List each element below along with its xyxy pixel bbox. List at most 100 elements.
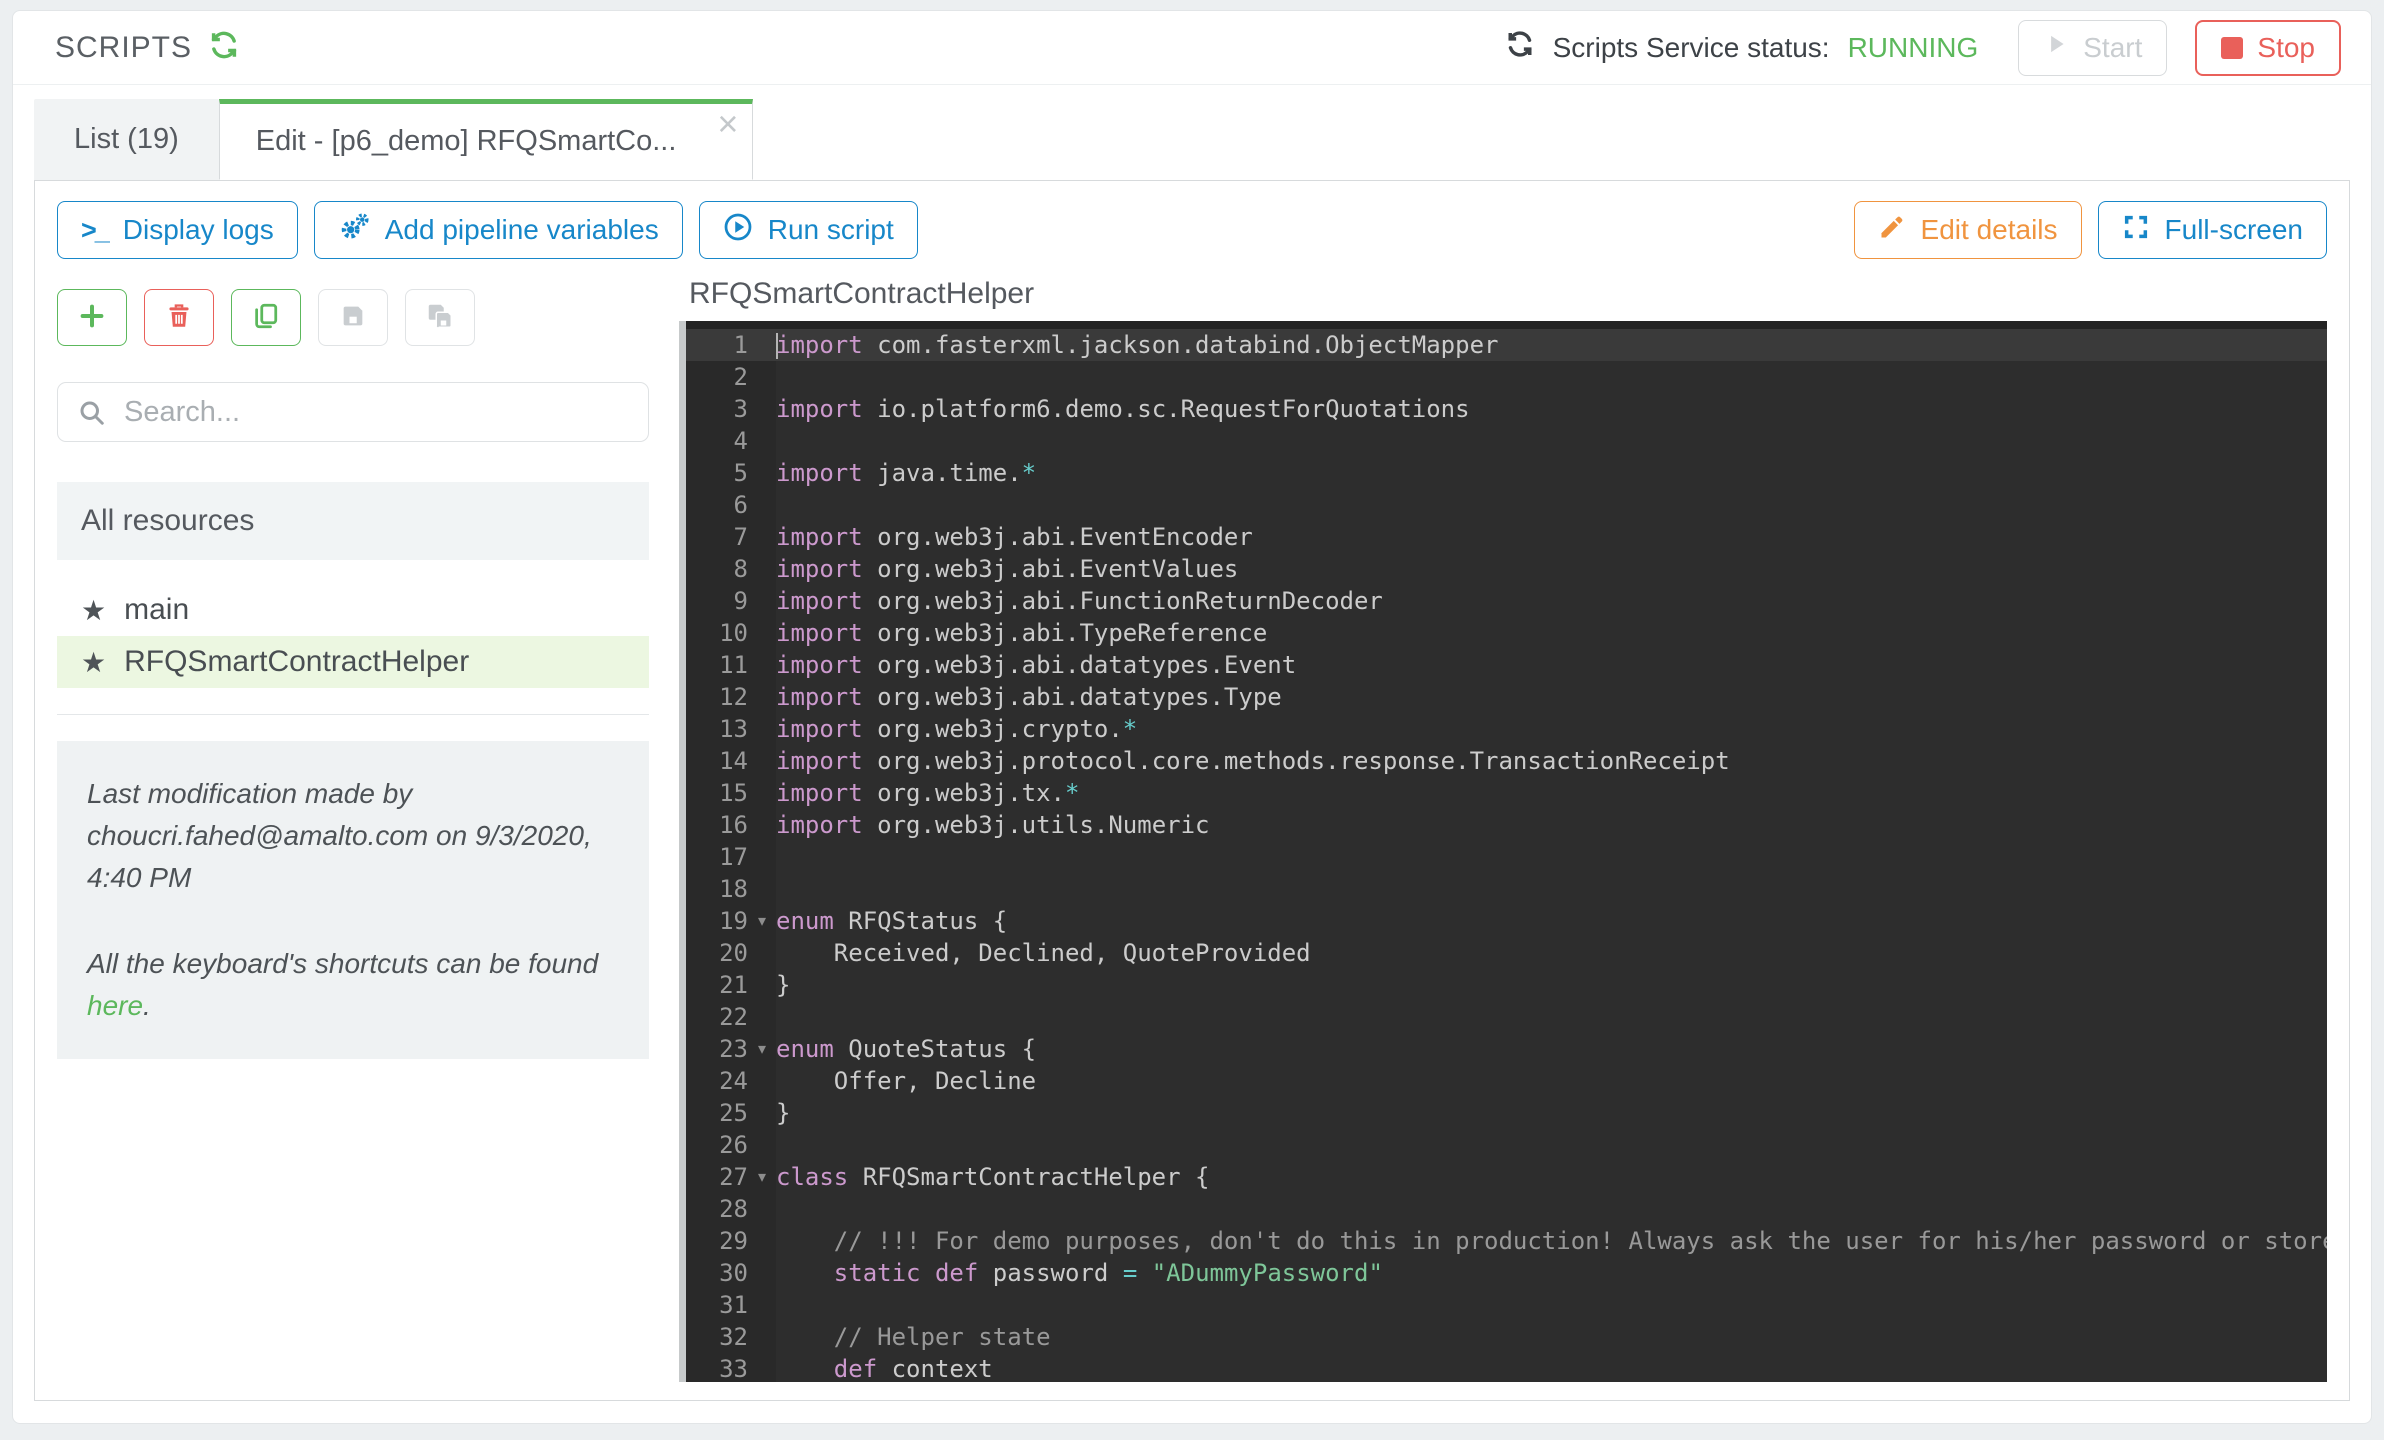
fold-arrow-icon[interactable]: ▾ [748,1033,776,1065]
stop-button[interactable]: Stop [2195,20,2341,76]
edit-details-button[interactable]: Edit details [1854,201,2082,259]
code-line[interactable]: 29 // !!! For demo purposes, don't do th… [686,1225,2327,1257]
code-line[interactable]: 26 [686,1129,2327,1161]
code-line[interactable]: 17 [686,841,2327,873]
service-refresh-icon[interactable] [1505,29,1535,66]
code-line[interactable]: 7import org.web3j.abi.EventEncoder [686,521,2327,553]
tab-bar: List (19) Edit - [p6_demo] RFQSmartCo...… [13,99,2371,180]
line-number: 7 [686,521,748,553]
code-text: } [776,969,2327,1001]
editor-scrollbar[interactable] [679,321,686,1382]
code-line[interactable]: 27▾class RFQSmartContractHelper { [686,1161,2327,1193]
code-line[interactable]: 12import org.web3j.abi.datatypes.Type [686,681,2327,713]
save-resource-button[interactable] [318,289,388,346]
fold-arrow-icon[interactable]: ▾ [748,905,776,937]
code-text: import org.web3j.tx.* [776,777,2327,809]
code-line[interactable]: 9import org.web3j.abi.FunctionReturnDeco… [686,585,2327,617]
code-line[interactable]: 22 [686,1001,2327,1033]
editor-gutter: 19▾ [686,905,776,937]
code-line[interactable]: 3import io.platform6.demo.sc.RequestForQ… [686,393,2327,425]
code-text: // Helper state [776,1321,2327,1353]
code-line[interactable]: 6 [686,489,2327,521]
run-script-button[interactable]: Run script [699,201,918,259]
code-line[interactable]: 11import org.web3j.abi.datatypes.Event [686,649,2327,681]
save-all-button[interactable] [405,289,475,346]
certificate-star-icon: ★ [81,646,106,679]
tab-list-label: List (19) [74,123,179,156]
fold-gutter-space [748,1001,776,1033]
close-icon[interactable]: × [717,106,738,142]
code-text: class RFQSmartContractHelper { [776,1161,2327,1193]
line-number: 21 [686,969,748,1001]
fold-gutter-space [748,969,776,1001]
duplicate-resource-button[interactable] [231,289,301,346]
line-number: 18 [686,873,748,905]
code-editor[interactable]: 1import com.fasterxml.jackson.databind.O… [686,321,2327,1382]
fold-gutter-space [748,457,776,489]
fold-gutter-space [748,553,776,585]
code-line[interactable]: 8import org.web3j.abi.EventValues [686,553,2327,585]
editor-gutter: 31 [686,1289,776,1321]
line-number: 25 [686,1097,748,1129]
full-screen-button[interactable]: Full-screen [2098,201,2327,259]
code-line[interactable]: 23▾enum QuoteStatus { [686,1033,2327,1065]
code-line[interactable]: 5import java.time.* [686,457,2327,489]
code-line[interactable]: 4 [686,425,2327,457]
start-button[interactable]: Start [2018,20,2167,76]
code-line[interactable]: 10import org.web3j.abi.TypeReference [686,617,2327,649]
code-text: import io.platform6.demo.sc.RequestForQu… [776,393,2327,425]
resource-item-label: RFQSmartContractHelper [124,645,469,679]
line-number: 13 [686,713,748,745]
search-input[interactable] [57,382,649,442]
fold-gutter-space [748,745,776,777]
code-line[interactable]: 21} [686,969,2327,1001]
add-pipeline-variables-button[interactable]: Add pipeline variables [314,201,683,259]
code-line[interactable]: 16import org.web3j.utils.Numeric [686,809,2327,841]
terminal-icon: >_ [81,215,108,246]
code-line[interactable]: 30 static def password = "ADummyPassword… [686,1257,2327,1289]
delete-resource-button[interactable] [144,289,214,346]
code-line[interactable]: 1import com.fasterxml.jackson.databind.O… [686,329,2327,361]
resource-item[interactable]: ★main [57,584,649,636]
code-line[interactable]: 13 import org.web3j.crypto.* [686,713,2327,745]
tab-list[interactable]: List (19) [34,99,219,180]
editor-gutter: 25 [686,1097,776,1129]
fold-arrow-icon[interactable]: ▾ [748,1161,776,1193]
code-line[interactable]: 24 Offer, Decline [686,1065,2327,1097]
fold-gutter-space [748,777,776,809]
code-text: static def password = "ADummyPassword" [776,1257,2327,1289]
code-text: import org.web3j.crypto.* [776,713,2327,745]
stop-icon [2221,37,2243,59]
code-line[interactable]: 33 def context [686,1353,2327,1382]
code-line[interactable]: 19▾enum RFQStatus { [686,905,2327,937]
code-text [776,1289,2327,1321]
code-line[interactable]: 32 // Helper state [686,1321,2327,1353]
trash-icon [165,302,193,333]
code-line[interactable]: 20 Received, Declined, QuoteProvided [686,937,2327,969]
code-text: import org.web3j.utils.Numeric [776,809,2327,841]
code-text: enum QuoteStatus { [776,1033,2327,1065]
editor-gutter: 22 [686,1001,776,1033]
code-line[interactable]: 15import org.web3j.tx.* [686,777,2327,809]
code-line[interactable]: 18 [686,873,2327,905]
tab-edit[interactable]: Edit - [p6_demo] RFQSmartCo... × [219,99,754,180]
last-modification-text: Last modification made by choucri.fahed@… [87,773,619,899]
editor-gutter: 17 [686,841,776,873]
add-resource-button[interactable] [57,289,127,346]
service-status-value: RUNNING [1848,32,1979,64]
code-line[interactable]: 2 [686,361,2327,393]
refresh-scripts-icon[interactable] [208,29,240,66]
editor-gutter: 30 [686,1257,776,1289]
fold-gutter-space [748,1225,776,1257]
resource-item[interactable]: ★ RFQSmartContractHelper [57,636,649,688]
editor-gutter: 18 [686,873,776,905]
shortcuts-link[interactable]: here [87,990,143,1021]
code-line[interactable]: 31 [686,1289,2327,1321]
code-line[interactable]: 28 [686,1193,2327,1225]
add-pipeline-variables-label: Add pipeline variables [385,214,659,246]
display-logs-button[interactable]: >_ Display logs [57,201,298,259]
line-number: 8 [686,553,748,585]
code-line[interactable]: 25} [686,1097,2327,1129]
code-line[interactable]: 14import org.web3j.protocol.core.methods… [686,745,2327,777]
line-number: 31 [686,1289,748,1321]
